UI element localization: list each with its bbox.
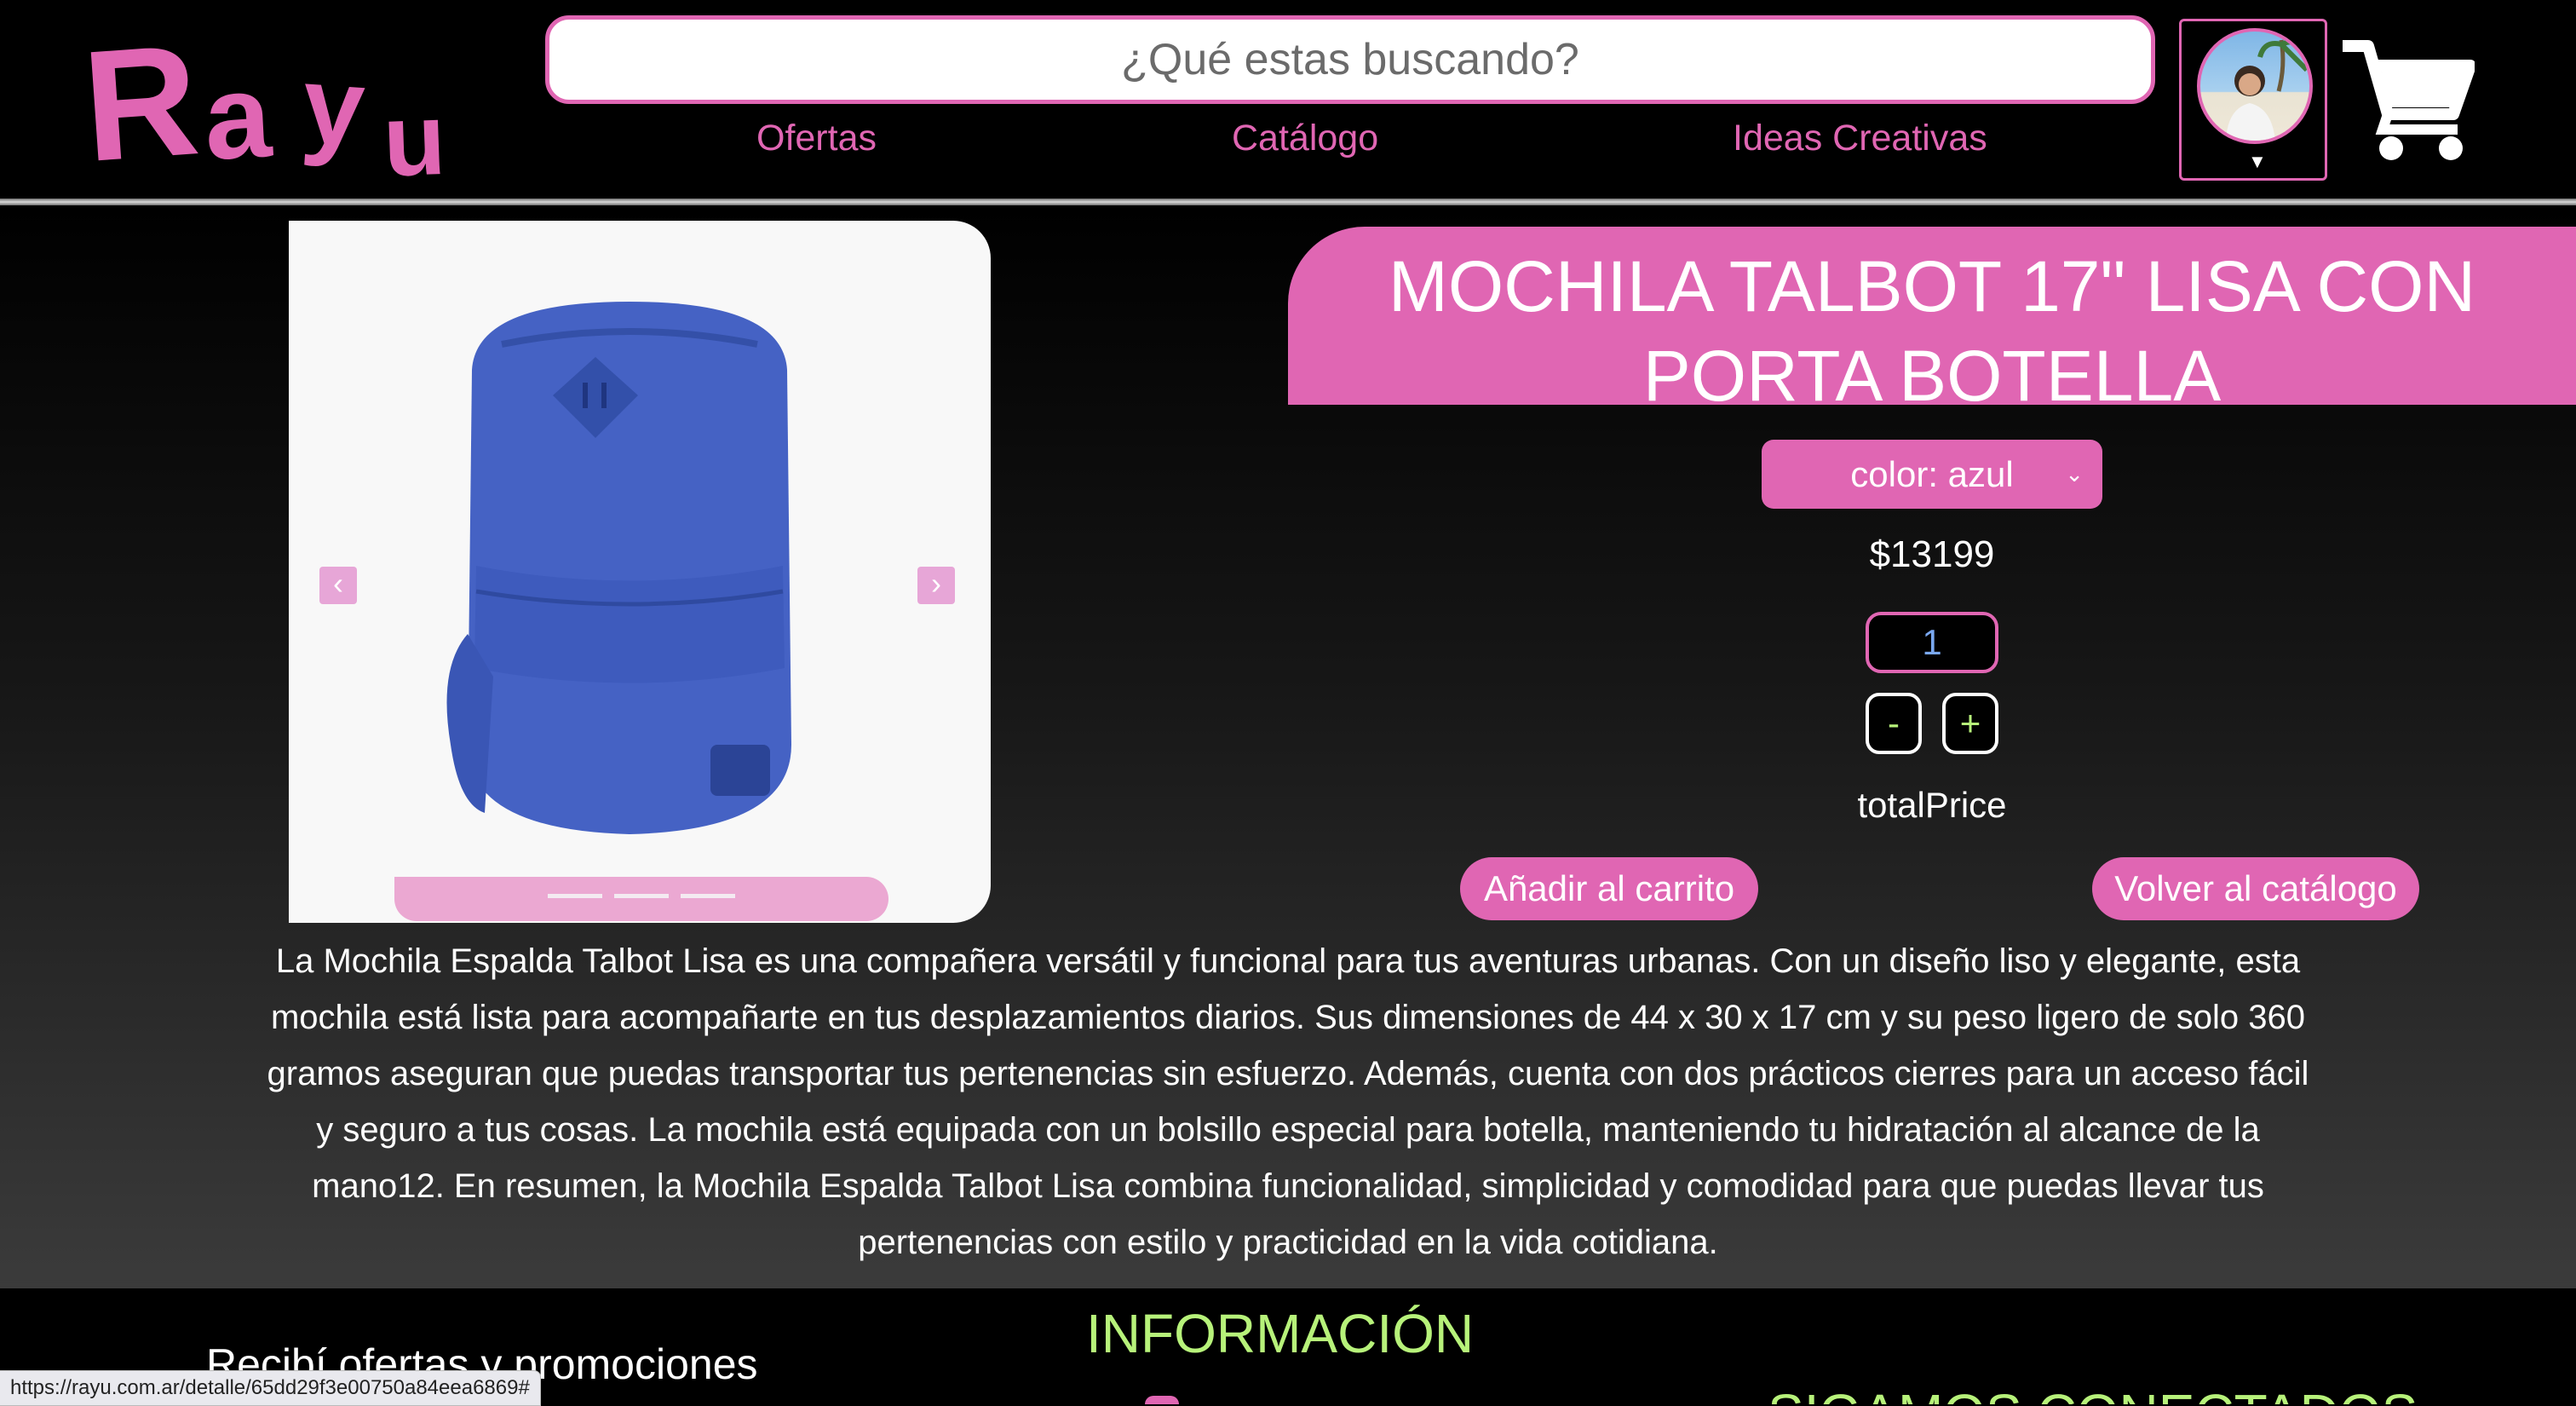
svg-text:a: a bbox=[201, 48, 275, 185]
nav-ofertas[interactable]: Ofertas bbox=[756, 118, 877, 159]
footer-info-title: INFORMACIÓN bbox=[1086, 1303, 1475, 1364]
status-bar-url: https://rayu.com.ar/detalle/65dd29f3e007… bbox=[0, 1370, 541, 1406]
product-detail: ‹ › MOCHILA TALBOT 17" LISA CON PORTA BO… bbox=[0, 205, 2576, 1288]
avatar-photo bbox=[2226, 39, 2309, 141]
header-divider bbox=[0, 199, 2576, 205]
nav-catalogo[interactable]: Catálogo bbox=[1232, 118, 1378, 159]
add-to-cart-button[interactable]: Añadir al carrito bbox=[1460, 857, 1758, 920]
nav-ideas-creativas[interactable]: Ideas Creativas bbox=[1733, 118, 1987, 159]
footer-mail-icon[interactable] bbox=[1145, 1396, 1179, 1404]
svg-text:R: R bbox=[85, 17, 204, 187]
product-title-line-1: MOCHILA TALBOT 17" LISA CON bbox=[1388, 246, 2476, 326]
increase-quantity-button[interactable]: + bbox=[1942, 693, 1998, 754]
carousel-indicators bbox=[394, 877, 888, 921]
quantity-input[interactable]: 1 bbox=[1866, 612, 1998, 673]
shopping-cart-icon[interactable] bbox=[2338, 36, 2475, 164]
product-price: $13199 bbox=[1869, 533, 1995, 575]
product-description: La Mochila Espalda Talbot Lisa es una co… bbox=[267, 942, 2309, 1261]
carousel-dot-2[interactable] bbox=[614, 894, 669, 898]
total-price: totalPrice bbox=[1857, 785, 2007, 825]
site-header: R a y u Ofertas Catálogo Ideas Creativas… bbox=[0, 0, 2576, 205]
user-menu-button[interactable]: ▼ bbox=[2179, 19, 2327, 181]
footer-connect-title: SIGAMOS CONECTADOS bbox=[1768, 1382, 2418, 1404]
svg-text:y: y bbox=[298, 42, 368, 170]
chevron-down-icon: ⌄ bbox=[2065, 461, 2084, 487]
color-select[interactable]: color: azul ⌄ bbox=[1762, 440, 2102, 509]
product-title: MOCHILA TALBOT 17" LISA CON PORTA BOTELL… bbox=[1288, 242, 2576, 421]
carousel-prev-button[interactable]: ‹ bbox=[319, 567, 357, 604]
product-image-backpack bbox=[446, 302, 791, 834]
color-select-value: color: azul bbox=[1850, 454, 2014, 494]
back-to-catalog-button[interactable]: Volver al catálogo bbox=[2092, 857, 2419, 920]
user-avatar[interactable] bbox=[2197, 28, 2313, 144]
carousel-next-button[interactable]: › bbox=[917, 567, 955, 604]
decrease-quantity-button[interactable]: - bbox=[1866, 693, 1922, 754]
caret-down-icon[interactable]: ▼ bbox=[2248, 151, 2267, 173]
product-title-banner: MOCHILA TALBOT 17" LISA CON PORTA BOTELL… bbox=[1288, 227, 2576, 416]
rayu-logo[interactable]: R a y u bbox=[85, 17, 477, 187]
product-image-carousel[interactable]: ‹ › bbox=[289, 221, 991, 923]
carousel-dot-1[interactable] bbox=[548, 894, 602, 898]
search-input[interactable] bbox=[545, 15, 2155, 104]
product-title-line-2: PORTA BOTELLA bbox=[1642, 336, 2222, 416]
svg-text:u: u bbox=[381, 82, 447, 187]
carousel-dot-3[interactable] bbox=[681, 894, 735, 898]
